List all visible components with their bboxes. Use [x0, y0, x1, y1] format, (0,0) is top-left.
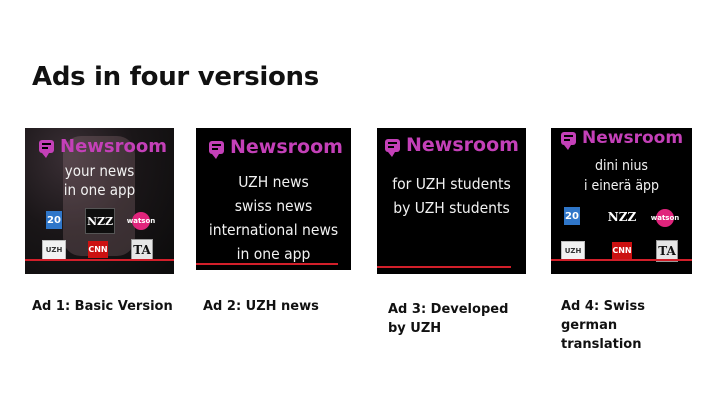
caption-line: german [561, 318, 618, 333]
ad-4-tagline: dini nius i einerä äpp [551, 156, 692, 196]
chat-bubble-icon [209, 140, 224, 159]
ad-2-preview: Newsroom UZH news swiss news internation… [196, 128, 351, 270]
tagline-line: international news [208, 221, 339, 239]
ad-2-tagline: UZH news swiss news international news i… [196, 170, 351, 266]
cnn-logo: CNN [612, 242, 632, 259]
ad-3-brand: Newsroom [385, 134, 519, 157]
twenty-minuten-logo: 20 [46, 211, 62, 229]
ad-4-brand: Newsroom [561, 128, 684, 150]
brand-name: Newsroom [60, 136, 167, 157]
twenty-minuten-logo: 20 [564, 207, 580, 225]
ad-3-tagline: for UZH students by UZH students [377, 172, 526, 220]
progress-line [25, 259, 174, 261]
ad-3-preview: Newsroom for UZH students by UZH student… [377, 128, 526, 274]
tagline-line: by UZH students [393, 199, 510, 217]
ad-3-caption: Ad 3: Developed by UZH [388, 300, 508, 338]
chat-bubble-icon [39, 140, 54, 158]
caption-line: translation [561, 337, 642, 352]
tagline-line: in one app [63, 181, 136, 199]
tagline-line: for UZH students [392, 175, 511, 193]
caption-line: Ad 3: Developed [388, 302, 509, 317]
cnn-logo: CNN [88, 241, 108, 258]
nzz-logo: NZZ [85, 208, 115, 234]
tagline-line: your news [64, 162, 135, 180]
uzh-logo: UZH [42, 240, 66, 260]
ad-4-preview: Newsroom dini nius i einerä äpp 20 NZZ w… [551, 128, 692, 274]
brand-name: Newsroom [582, 128, 684, 148]
tagline-line: dini nius [594, 158, 648, 174]
progress-line [377, 266, 511, 268]
brand-name: Newsroom [230, 136, 343, 158]
uzh-logo: UZH [561, 241, 585, 261]
chat-bubble-icon [385, 138, 400, 157]
ad-4-caption: Ad 4: Swiss german translation [561, 297, 645, 354]
chat-bubble-icon [561, 131, 576, 150]
ad-2-brand: Newsroom [209, 136, 343, 159]
caption-line: Ad 4: Swiss [561, 299, 645, 314]
progress-line [551, 259, 692, 261]
tagline-line: swiss news [234, 197, 313, 215]
slide-title: Ads in four versions [32, 62, 319, 92]
tagline-line: i einerä äpp [583, 178, 660, 194]
ad-1-tagline: your news in one app [25, 162, 174, 200]
progress-line [196, 263, 338, 265]
caption-line: by UZH [388, 321, 442, 336]
watson-logo: watson [127, 212, 155, 230]
ad-1-brand: Newsroom [39, 136, 167, 158]
brand-name: Newsroom [406, 134, 519, 156]
ad-1-preview: Newsroom your news in one app 20 NZZ wat… [25, 128, 174, 274]
watson-logo: watson [651, 209, 679, 227]
tages-anzeiger-logo: TA [131, 239, 153, 261]
ad-2-caption: Ad 2: UZH news [203, 299, 319, 314]
tagline-line: UZH news [238, 173, 309, 191]
nzz-logo: NZZ [607, 210, 637, 224]
ad-1-caption: Ad 1: Basic Version [32, 299, 173, 314]
